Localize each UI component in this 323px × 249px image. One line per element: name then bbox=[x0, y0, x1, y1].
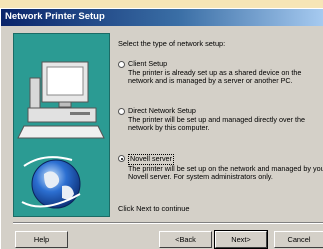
cancel-button[interactable]: Cancel bbox=[274, 231, 323, 248]
window-title: Network Printer Setup bbox=[5, 11, 105, 22]
direct-network-description: The printer will be set up and managed d… bbox=[128, 114, 305, 133]
help-button[interactable]: Help bbox=[15, 231, 68, 248]
novell-server-label: Novell server bbox=[128, 154, 174, 165]
continue-hint: Click Next to continue bbox=[118, 204, 190, 213]
next-button[interactable]: Next> bbox=[214, 230, 268, 249]
title-bar: Network Printer Setup bbox=[1, 9, 323, 26]
computer-globe-icon bbox=[17, 61, 105, 209]
client-setup-radio[interactable] bbox=[118, 61, 125, 68]
novell-server-description: The printer will be set up on the networ… bbox=[128, 163, 323, 182]
back-button[interactable]: <Back bbox=[159, 231, 212, 248]
novell-server-radio[interactable] bbox=[118, 155, 125, 162]
setup-illustration bbox=[13, 33, 110, 217]
direct-network-radio[interactable] bbox=[118, 108, 125, 115]
setup-prompt: Select the type of network setup: bbox=[118, 39, 226, 48]
separator bbox=[13, 222, 323, 224]
setup-dialog: Network Printer Setup Select the type of… bbox=[0, 8, 323, 249]
client-setup-description: The printer is already set up as a share… bbox=[128, 67, 302, 86]
